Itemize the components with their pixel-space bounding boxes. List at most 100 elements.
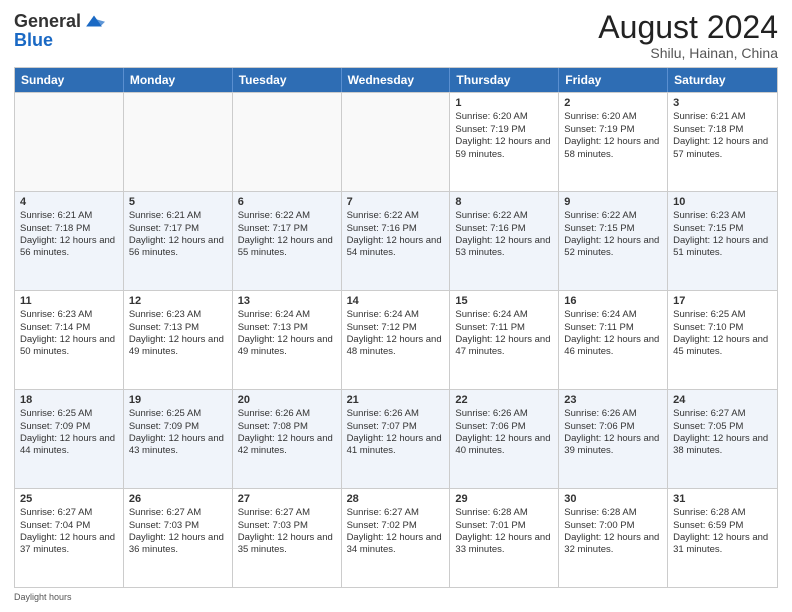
sunrise-text: Sunrise: 6:22 AM xyxy=(238,210,310,221)
sunrise-text: Sunrise: 6:23 AM xyxy=(20,309,92,320)
sunrise-text: Sunrise: 6:21 AM xyxy=(20,210,92,221)
sunrise-text: Sunrise: 6:21 AM xyxy=(129,210,201,221)
calendar-row-1: 4Sunrise: 6:21 AMSunset: 7:18 PMDaylight… xyxy=(15,191,777,290)
sunset-text: Sunset: 6:59 PM xyxy=(673,520,743,531)
header-day-saturday: Saturday xyxy=(668,68,777,92)
calendar: SundayMondayTuesdayWednesdayThursdayFrid… xyxy=(14,67,778,588)
sunset-text: Sunset: 7:14 PM xyxy=(20,322,90,333)
daylight-text: Daylight: 12 hours and 55 minutes. xyxy=(238,235,333,258)
page: General Blue August 2024 Shilu, Hainan, … xyxy=(0,0,792,612)
day-cell-12: 12Sunrise: 6:23 AMSunset: 7:13 PMDayligh… xyxy=(124,291,233,389)
sunset-text: Sunset: 7:03 PM xyxy=(238,520,308,531)
sunset-text: Sunset: 7:03 PM xyxy=(129,520,199,531)
title-block: August 2024 Shilu, Hainan, China xyxy=(598,10,778,61)
sunrise-text: Sunrise: 6:20 AM xyxy=(564,111,636,122)
day-number: 8 xyxy=(455,195,553,209)
day-number: 15 xyxy=(455,294,553,308)
sunset-text: Sunset: 7:18 PM xyxy=(673,124,743,135)
daylight-text: Daylight: 12 hours and 40 minutes. xyxy=(455,433,550,456)
sunrise-text: Sunrise: 6:24 AM xyxy=(564,309,636,320)
daylight-text: Daylight: 12 hours and 49 minutes. xyxy=(129,334,224,357)
sunset-text: Sunset: 7:01 PM xyxy=(455,520,525,531)
sunrise-text: Sunrise: 6:27 AM xyxy=(20,507,92,518)
daylight-text: Daylight: 12 hours and 32 minutes. xyxy=(564,532,659,555)
day-cell-5: 5Sunrise: 6:21 AMSunset: 7:17 PMDaylight… xyxy=(124,192,233,290)
sunset-text: Sunset: 7:08 PM xyxy=(238,421,308,432)
daylight-text: Daylight: 12 hours and 49 minutes. xyxy=(238,334,333,357)
header-day-monday: Monday xyxy=(124,68,233,92)
day-number: 30 xyxy=(564,492,662,506)
daylight-text: Daylight: 12 hours and 54 minutes. xyxy=(347,235,442,258)
day-cell-31: 31Sunrise: 6:28 AMSunset: 6:59 PMDayligh… xyxy=(668,489,777,587)
daylight-text: Daylight: 12 hours and 56 minutes. xyxy=(129,235,224,258)
logo-blue-text: Blue xyxy=(14,30,53,51)
sunrise-text: Sunrise: 6:23 AM xyxy=(673,210,745,221)
day-cell-4: 4Sunrise: 6:21 AMSunset: 7:18 PMDaylight… xyxy=(15,192,124,290)
daylight-text: Daylight: 12 hours and 57 minutes. xyxy=(673,136,768,159)
sunset-text: Sunset: 7:13 PM xyxy=(238,322,308,333)
day-cell-22: 22Sunrise: 6:26 AMSunset: 7:06 PMDayligh… xyxy=(450,390,559,488)
sunset-text: Sunset: 7:17 PM xyxy=(238,223,308,234)
daylight-text: Daylight: 12 hours and 45 minutes. xyxy=(673,334,768,357)
day-number: 11 xyxy=(20,294,118,308)
day-number: 10 xyxy=(673,195,772,209)
daylight-text: Daylight: 12 hours and 35 minutes. xyxy=(238,532,333,555)
sunset-text: Sunset: 7:09 PM xyxy=(129,421,199,432)
day-cell-23: 23Sunrise: 6:26 AMSunset: 7:06 PMDayligh… xyxy=(559,390,668,488)
day-cell-2: 2Sunrise: 6:20 AMSunset: 7:19 PMDaylight… xyxy=(559,93,668,191)
daylight-text: Daylight: 12 hours and 43 minutes. xyxy=(129,433,224,456)
sunrise-text: Sunrise: 6:27 AM xyxy=(347,507,419,518)
day-cell-6: 6Sunrise: 6:22 AMSunset: 7:17 PMDaylight… xyxy=(233,192,342,290)
day-number: 27 xyxy=(238,492,336,506)
daylight-text: Daylight: 12 hours and 56 minutes. xyxy=(20,235,115,258)
header-day-wednesday: Wednesday xyxy=(342,68,451,92)
sunset-text: Sunset: 7:16 PM xyxy=(455,223,525,234)
empty-cell-0-3 xyxy=(342,93,451,191)
header-day-friday: Friday xyxy=(559,68,668,92)
day-number: 5 xyxy=(129,195,227,209)
header-day-sunday: Sunday xyxy=(15,68,124,92)
day-cell-30: 30Sunrise: 6:28 AMSunset: 7:00 PMDayligh… xyxy=(559,489,668,587)
header-day-tuesday: Tuesday xyxy=(233,68,342,92)
calendar-header: SundayMondayTuesdayWednesdayThursdayFrid… xyxy=(15,68,777,92)
day-number: 21 xyxy=(347,393,445,407)
day-cell-15: 15Sunrise: 6:24 AMSunset: 7:11 PMDayligh… xyxy=(450,291,559,389)
day-number: 14 xyxy=(347,294,445,308)
day-number: 16 xyxy=(564,294,662,308)
day-number: 19 xyxy=(129,393,227,407)
sunset-text: Sunset: 7:10 PM xyxy=(673,322,743,333)
sunrise-text: Sunrise: 6:28 AM xyxy=(564,507,636,518)
daylight-text: Daylight: 12 hours and 39 minutes. xyxy=(564,433,659,456)
sunrise-text: Sunrise: 6:21 AM xyxy=(673,111,745,122)
calendar-row-4: 25Sunrise: 6:27 AMSunset: 7:04 PMDayligh… xyxy=(15,488,777,587)
day-number: 12 xyxy=(129,294,227,308)
daylight-label: Daylight hours xyxy=(14,592,72,602)
sunrise-text: Sunrise: 6:22 AM xyxy=(455,210,527,221)
month-year: August 2024 xyxy=(598,10,778,45)
sunset-text: Sunset: 7:12 PM xyxy=(347,322,417,333)
sunrise-text: Sunrise: 6:24 AM xyxy=(455,309,527,320)
day-cell-7: 7Sunrise: 6:22 AMSunset: 7:16 PMDaylight… xyxy=(342,192,451,290)
sunrise-text: Sunrise: 6:25 AM xyxy=(129,408,201,419)
sunset-text: Sunset: 7:19 PM xyxy=(564,124,634,135)
location: Shilu, Hainan, China xyxy=(598,45,778,61)
day-number: 25 xyxy=(20,492,118,506)
calendar-row-3: 18Sunrise: 6:25 AMSunset: 7:09 PMDayligh… xyxy=(15,389,777,488)
day-number: 29 xyxy=(455,492,553,506)
sunset-text: Sunset: 7:09 PM xyxy=(20,421,90,432)
sunrise-text: Sunrise: 6:27 AM xyxy=(673,408,745,419)
daylight-text: Daylight: 12 hours and 38 minutes. xyxy=(673,433,768,456)
header-day-thursday: Thursday xyxy=(450,68,559,92)
day-cell-13: 13Sunrise: 6:24 AMSunset: 7:13 PMDayligh… xyxy=(233,291,342,389)
sunset-text: Sunset: 7:11 PM xyxy=(564,322,634,333)
daylight-text: Daylight: 12 hours and 46 minutes. xyxy=(564,334,659,357)
sunset-text: Sunset: 7:06 PM xyxy=(455,421,525,432)
daylight-text: Daylight: 12 hours and 59 minutes. xyxy=(455,136,550,159)
day-cell-21: 21Sunrise: 6:26 AMSunset: 7:07 PMDayligh… xyxy=(342,390,451,488)
day-cell-25: 25Sunrise: 6:27 AMSunset: 7:04 PMDayligh… xyxy=(15,489,124,587)
sunrise-text: Sunrise: 6:25 AM xyxy=(673,309,745,320)
sunrise-text: Sunrise: 6:24 AM xyxy=(347,309,419,320)
day-number: 23 xyxy=(564,393,662,407)
sunset-text: Sunset: 7:05 PM xyxy=(673,421,743,432)
day-cell-28: 28Sunrise: 6:27 AMSunset: 7:02 PMDayligh… xyxy=(342,489,451,587)
